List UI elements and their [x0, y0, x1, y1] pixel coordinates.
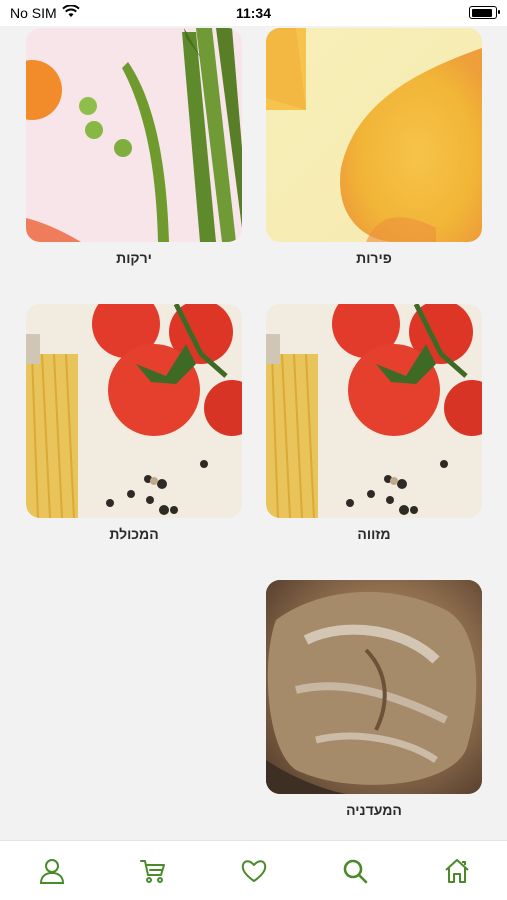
- category-card-fruit[interactable]: פירות: [266, 28, 482, 266]
- category-label: פירות: [356, 250, 392, 266]
- status-bar: No SIM 11:34: [0, 0, 507, 26]
- category-label: המכולת: [109, 526, 159, 542]
- category-card-vegetables[interactable]: ירקות: [26, 28, 242, 266]
- category-label: המעדניה: [346, 802, 402, 818]
- category-card-deli[interactable]: המעדניה: [266, 580, 482, 818]
- category-card-pantry[interactable]: מזווה: [266, 304, 482, 542]
- cart-icon[interactable]: [137, 855, 169, 887]
- heart-icon[interactable]: [238, 855, 270, 887]
- category-label: ירקות: [116, 250, 152, 266]
- status-time: 11:34: [235, 5, 272, 21]
- vegetables-image: [26, 28, 242, 242]
- home-icon[interactable]: [441, 855, 473, 887]
- battery-icon: [469, 6, 500, 19]
- category-label: מזווה: [357, 526, 391, 542]
- search-icon[interactable]: [339, 855, 371, 887]
- user-icon[interactable]: [36, 855, 68, 887]
- pantry-image: [266, 304, 482, 518]
- category-card-grocery[interactable]: המכולת: [26, 304, 242, 542]
- tab-bar: [0, 840, 507, 900]
- grocery-image: [26, 304, 242, 518]
- deli-image: [266, 580, 482, 794]
- fruit-image: [266, 28, 482, 242]
